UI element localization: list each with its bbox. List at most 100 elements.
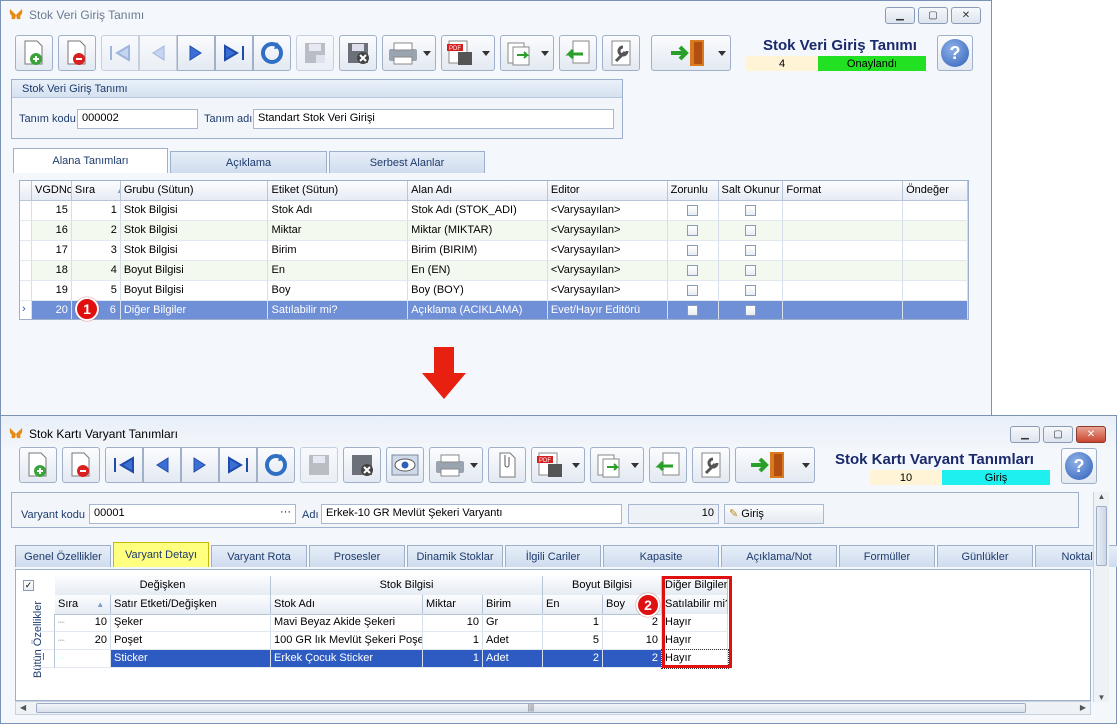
cell-etiket[interactable]: Sticker bbox=[111, 650, 271, 668]
checkbox[interactable] bbox=[687, 205, 699, 216]
tab-varyant-detayi[interactable]: Varyant Detayı bbox=[113, 542, 209, 567]
col-zorunlu[interactable]: Zorunlu bbox=[667, 181, 719, 201]
col-ondeger[interactable]: Öndeğer bbox=[903, 181, 968, 201]
cell-format[interactable] bbox=[783, 261, 904, 281]
minimize-button-2[interactable]: ▁ bbox=[1010, 426, 1040, 443]
checkbox[interactable] bbox=[744, 225, 756, 236]
exit-button[interactable] bbox=[651, 35, 731, 71]
cell-editor[interactable]: <Varysayılan> bbox=[547, 241, 668, 261]
checkbox[interactable] bbox=[744, 265, 756, 276]
cell-birim[interactable]: Adet bbox=[483, 632, 543, 650]
checkbox[interactable] bbox=[687, 285, 699, 296]
import-button-2[interactable] bbox=[649, 447, 687, 483]
table-row[interactable]: 17 3 Stok Bilgisi Birim Birim (BIRIM) <Varysa… bbox=[20, 241, 968, 261]
scroll-up-arrow[interactable]: ▲ bbox=[1094, 492, 1109, 501]
delete-button-2[interactable] bbox=[62, 447, 100, 483]
cell-salt-okunur[interactable] bbox=[718, 201, 784, 221]
cell-grubu[interactable]: Diğer Bilgiler bbox=[120, 301, 269, 319]
export-button[interactable] bbox=[500, 35, 554, 71]
list-item[interactable]: ┈ 10 Şeker Mavi Beyaz Akide Şekeri 10 Gr 1 2 Ha… bbox=[39, 614, 731, 632]
variant-name-field[interactable]: Erkek-10 GR Mevlüt Şekeri Varyantı bbox=[321, 504, 622, 524]
attach-button[interactable] bbox=[488, 447, 526, 483]
refresh-button[interactable] bbox=[253, 35, 291, 71]
tab-alan-tanimlari[interactable]: Alana Tanımları bbox=[13, 148, 168, 173]
cell-zorunlu[interactable] bbox=[667, 221, 719, 241]
prev-record-button[interactable] bbox=[139, 35, 177, 71]
cell-vgdno[interactable]: 19 bbox=[31, 281, 72, 301]
scroll-down-arrow[interactable]: ▼ bbox=[1094, 693, 1109, 702]
cell-zorunlu[interactable] bbox=[667, 281, 719, 301]
checkbox[interactable] bbox=[687, 305, 699, 316]
cell-stok[interactable]: 100 GR lık Mevlüt Şekeri Poşeti bbox=[271, 632, 423, 650]
giris-button[interactable]: ✎ Giriş bbox=[724, 504, 824, 524]
vertical-scroll-thumb[interactable] bbox=[1096, 506, 1107, 566]
first-record-button-2[interactable] bbox=[105, 447, 143, 483]
cell-format[interactable] bbox=[783, 201, 904, 221]
cell-salt-okunur[interactable] bbox=[718, 241, 784, 261]
cell-editor[interactable]: <Varysayılan> bbox=[547, 201, 668, 221]
tab-dinamik-stoklar[interactable]: Dinamik Stoklar bbox=[407, 545, 503, 567]
cell-sira[interactable]: ┈ 20 bbox=[55, 632, 111, 650]
col-editor[interactable]: Editor bbox=[547, 181, 668, 201]
cell-zorunlu[interactable] bbox=[667, 201, 719, 221]
delete-button[interactable] bbox=[58, 35, 96, 71]
cell-sira[interactable]: 4 bbox=[71, 261, 121, 281]
print-button-2[interactable] bbox=[429, 447, 483, 483]
list-item[interactable]: ┈ 20 Poşet 100 GR lık Mevlüt Şekeri Poşeti… bbox=[39, 632, 731, 650]
cell-sira[interactable]: 3 bbox=[71, 241, 121, 261]
tools-button[interactable] bbox=[602, 35, 640, 71]
cell-sira[interactable]: 1 bbox=[71, 201, 121, 221]
cell-etiket[interactable]: Boy bbox=[268, 281, 409, 301]
cell-grubu[interactable]: Boyut Bilgisi bbox=[120, 281, 269, 301]
tab-formuller[interactable]: Formüller bbox=[839, 545, 935, 567]
cell-ondeger[interactable] bbox=[903, 281, 968, 301]
checkbox[interactable] bbox=[687, 225, 699, 236]
cancel-save-button-2[interactable] bbox=[343, 447, 381, 483]
cell-alan[interactable]: En (EN) bbox=[408, 261, 548, 281]
preview-button[interactable] bbox=[386, 447, 424, 483]
table-row[interactable]: 18 4 Boyut Bilgisi En En (EN) <Varysayılan> bbox=[20, 261, 968, 281]
cell-vgdno[interactable]: 18 bbox=[31, 261, 72, 281]
tab-aciklama-not[interactable]: Açıklama/Not bbox=[721, 545, 837, 567]
cell-ondeger[interactable] bbox=[903, 201, 968, 221]
cell-ondeger[interactable] bbox=[903, 261, 968, 281]
horizontal-scroll-thumb[interactable]: ||| bbox=[36, 703, 1026, 713]
cell-ondeger[interactable] bbox=[903, 301, 968, 319]
cell-sira[interactable]: 2 bbox=[71, 221, 121, 241]
save-button-2[interactable] bbox=[300, 447, 338, 483]
cell-grubu[interactable]: Boyut Bilgisi bbox=[120, 261, 269, 281]
cell-alan[interactable]: Stok Adı (STOK_ADI) bbox=[408, 201, 548, 221]
save-button[interactable] bbox=[296, 35, 334, 71]
prev-record-button-2[interactable] bbox=[143, 447, 181, 483]
col-alan-adi[interactable]: Alan Adı bbox=[408, 181, 548, 201]
tab-gunlukler[interactable]: Günlükler bbox=[937, 545, 1033, 567]
cell-sira[interactable]: ┈ 10 bbox=[55, 614, 111, 632]
table-row[interactable]: 15 1 Stok Bilgisi Stok Adı Stok Adı (STOK_AD… bbox=[20, 201, 968, 221]
cell-alan[interactable]: Boy (BOY) bbox=[408, 281, 548, 301]
cell-alan[interactable]: Birim (BIRIM) bbox=[408, 241, 548, 261]
cell-format[interactable] bbox=[783, 221, 904, 241]
maximize-button-2[interactable]: ▢ bbox=[1043, 426, 1073, 443]
exit-button-2[interactable] bbox=[735, 447, 815, 483]
col-miktar[interactable]: Miktar bbox=[423, 595, 483, 615]
pdf-button[interactable]: PDF bbox=[441, 35, 495, 71]
cell-etiket[interactable]: Şeker bbox=[111, 614, 271, 632]
print-button[interactable] bbox=[382, 35, 436, 71]
list-item[interactable]: I ┈ 30 Sticker Erkek Çocuk Sticker 1 Adet 2 2 Ha… bbox=[39, 649, 731, 669]
col-satir-etiketi[interactable]: Satır Etketi/Değişken bbox=[111, 595, 271, 615]
tab-serbest-alanlar[interactable]: Serbest Alanlar bbox=[329, 151, 485, 173]
cell-zorunlu[interactable] bbox=[667, 241, 719, 261]
cell-grubu[interactable]: Stok Bilgisi bbox=[120, 241, 269, 261]
table-row[interactable]: 19 5 Boyut Bilgisi Boy Boy (BOY) <Varysayılan… bbox=[20, 281, 968, 301]
refresh-button-2[interactable] bbox=[257, 447, 295, 483]
next-record-button[interactable] bbox=[177, 35, 215, 71]
tools-button-2[interactable] bbox=[692, 447, 730, 483]
cell-format[interactable] bbox=[783, 241, 904, 261]
minimize-button[interactable]: ▁ bbox=[885, 7, 915, 24]
cell-editor[interactable]: <Varysayılan> bbox=[547, 281, 668, 301]
cell-boy[interactable]: 2 bbox=[603, 650, 662, 668]
cell-sira[interactable]: 5 bbox=[71, 281, 121, 301]
checkbox[interactable] bbox=[744, 205, 756, 216]
cell-alan[interactable]: Miktar (MIKTAR) bbox=[408, 221, 548, 241]
cell-zorunlu[interactable] bbox=[667, 261, 719, 281]
